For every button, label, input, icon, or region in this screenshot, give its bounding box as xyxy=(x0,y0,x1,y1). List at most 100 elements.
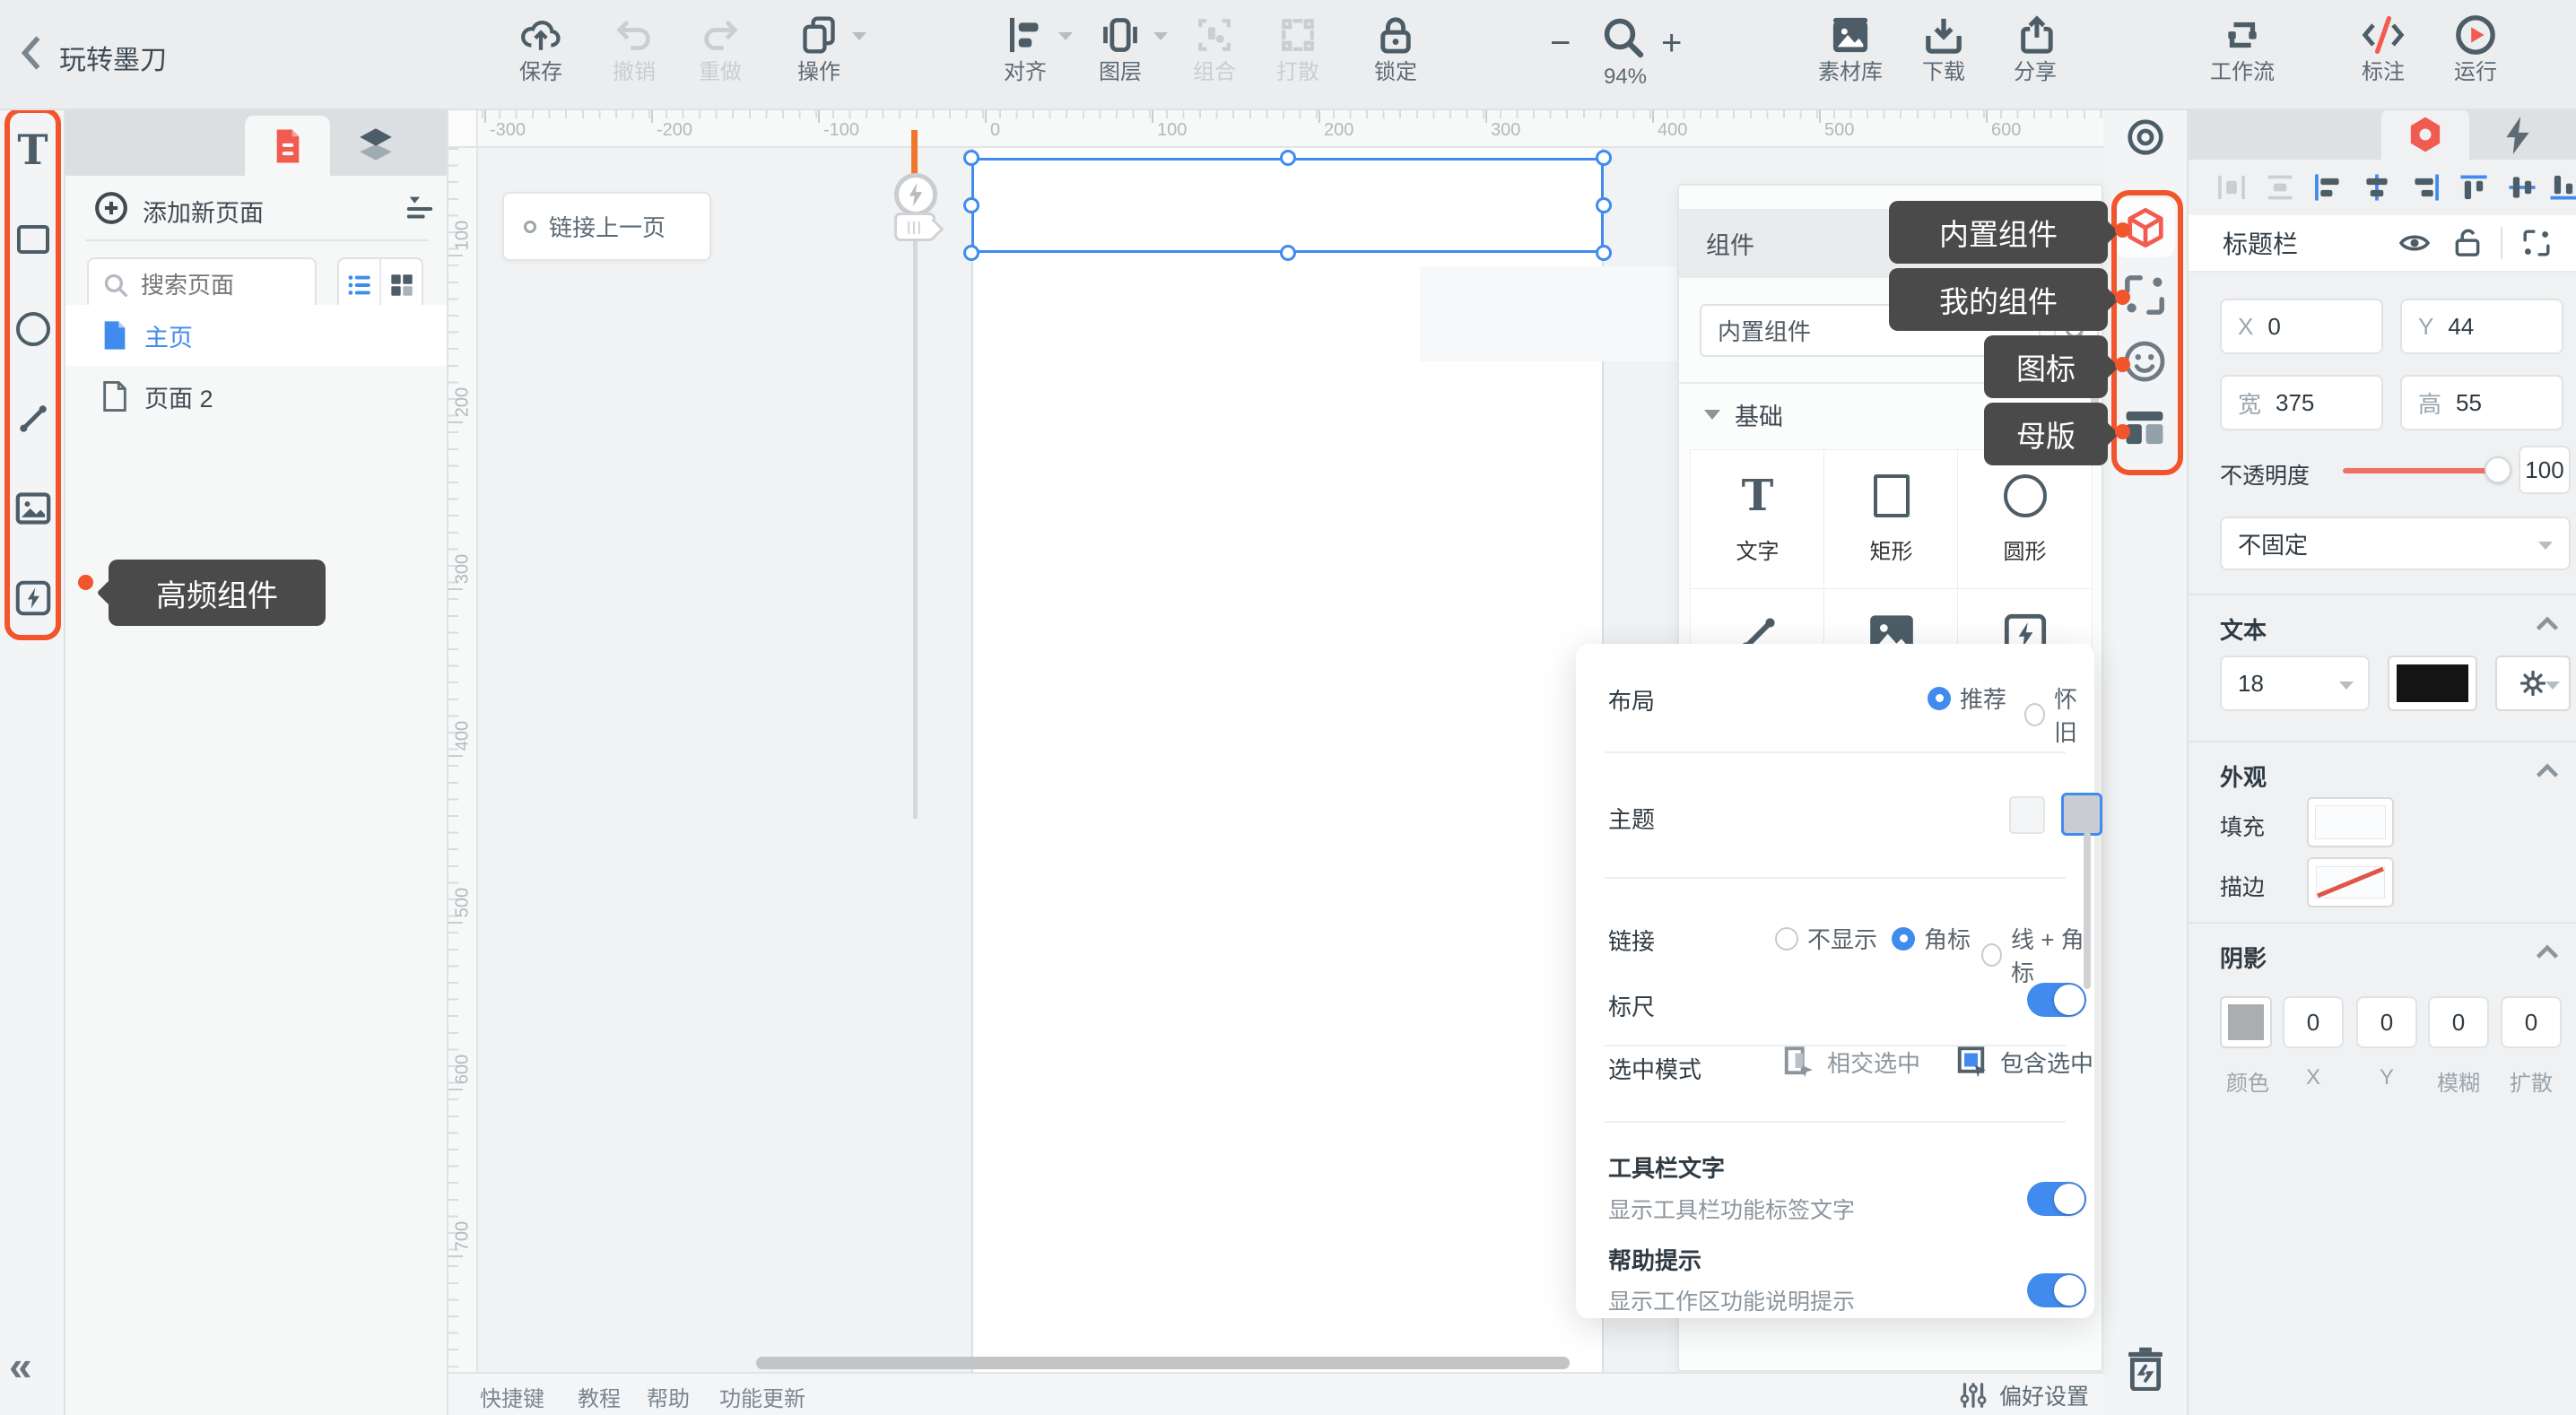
component-item-circle[interactable]: 圆形 xyxy=(1958,450,2092,589)
component-item-rect[interactable]: 矩形 xyxy=(1824,450,1958,589)
ungroup-button[interactable]: 打散 xyxy=(1249,11,1347,86)
radio-link-line-badge[interactable]: 线 + 角标 xyxy=(1981,922,2094,988)
height-input[interactable]: 高 55 xyxy=(2400,375,2563,430)
chevron-up-icon[interactable] xyxy=(2535,944,2560,960)
tutorial-link[interactable]: 教程 xyxy=(578,1381,621,1412)
shortcut-link[interactable]: 快捷键 xyxy=(480,1381,544,1412)
component-item-text[interactable]: T 文字 xyxy=(1691,450,1824,589)
collapse-sidebar-button[interactable]: « xyxy=(9,1341,32,1390)
link-prev-button[interactable]: 链接上一页 xyxy=(502,192,711,261)
preferences-button[interactable]: 偏好设置 xyxy=(1960,1379,2089,1411)
align-left-icon[interactable] xyxy=(2314,174,2343,201)
opacity-slider-knob[interactable] xyxy=(2485,456,2511,483)
tab-layers[interactable] xyxy=(351,121,401,168)
align-horizontal-center-icon[interactable] xyxy=(2363,174,2391,201)
selection-handle[interactable] xyxy=(963,197,979,213)
align-vertical-center-icon[interactable] xyxy=(2508,174,2537,201)
x-input[interactable]: X 0 xyxy=(2220,299,2383,354)
radio-link-badge[interactable]: 角标 xyxy=(1892,922,1971,955)
trash-icon[interactable] xyxy=(2125,1346,2166,1391)
page-item-home[interactable]: 主页 xyxy=(65,305,447,366)
grid-view-button[interactable] xyxy=(381,259,422,311)
font-color-swatch[interactable] xyxy=(2388,655,2477,711)
component-link-icon[interactable] xyxy=(2522,229,2551,257)
undo-button[interactable]: 撤销 xyxy=(585,11,683,86)
ruler-toggle[interactable] xyxy=(2027,983,2086,1017)
select-mode-contain[interactable]: 包含选中 xyxy=(1957,1046,2093,1079)
layers-button[interactable]: 图层 xyxy=(1071,11,1170,86)
selection-handle[interactable] xyxy=(1280,150,1296,166)
zoom-in-button[interactable]: + xyxy=(1661,23,1682,64)
section-basic[interactable]: 基础 xyxy=(1704,397,1783,432)
sort-icon[interactable] xyxy=(405,194,435,221)
run-button[interactable]: 运行 xyxy=(2426,11,2525,86)
chevron-up-icon[interactable] xyxy=(2535,616,2560,632)
lock-button[interactable]: 锁定 xyxy=(1346,11,1445,86)
tab-interactions[interactable] xyxy=(2498,116,2537,155)
page-item-2[interactable]: 页面 2 xyxy=(65,366,447,427)
distribute-vertical-icon[interactable] xyxy=(2266,174,2294,201)
shadow-x-input[interactable]: 0 xyxy=(2283,996,2344,1048)
distribute-horizontal-icon[interactable] xyxy=(2217,174,2246,201)
shadow-y-input[interactable]: 0 xyxy=(2356,996,2417,1048)
target-icon[interactable] xyxy=(2126,117,2165,157)
list-view-button[interactable] xyxy=(339,259,381,311)
assets-library-button[interactable]: 素材库 xyxy=(1801,11,1900,86)
pin-select[interactable]: 不固定 xyxy=(2220,517,2571,570)
toolbar-text-toggle[interactable] xyxy=(2027,1182,2086,1216)
annotate-button[interactable]: 标注 xyxy=(2334,11,2432,86)
save-button[interactable]: 保存 xyxy=(492,11,590,86)
theme-dark-swatch[interactable] xyxy=(2061,793,2102,836)
radio-layout-recommended[interactable]: 推荐 xyxy=(1928,681,2006,715)
share-button[interactable]: 分享 xyxy=(1986,11,2084,86)
tab-pages[interactable] xyxy=(245,116,330,176)
align-button[interactable]: 对齐 xyxy=(976,11,1075,86)
zoom-out-button[interactable]: − xyxy=(1550,23,1571,64)
add-page-button[interactable]: 添加新页面 xyxy=(65,176,447,240)
undo-label: 撤销 xyxy=(585,59,683,86)
selection-handle[interactable] xyxy=(963,245,979,261)
select-mode-intersect[interactable]: 相交选中 xyxy=(1784,1046,1920,1079)
selection-handle[interactable] xyxy=(1280,245,1296,261)
opacity-slider[interactable] xyxy=(2343,468,2500,473)
fill-swatch[interactable] xyxy=(2307,797,2394,847)
align-right-icon[interactable] xyxy=(2411,174,2440,201)
canvas-h-scrollbar[interactable] xyxy=(756,1357,1570,1369)
tab-properties[interactable] xyxy=(2381,109,2469,160)
theme-light-swatch[interactable] xyxy=(2009,796,2045,834)
selection-handle[interactable] xyxy=(1596,197,1612,213)
chevron-up-icon[interactable] xyxy=(2535,763,2560,779)
updates-link[interactable]: 功能更新 xyxy=(719,1381,805,1412)
download-button[interactable]: 下载 xyxy=(1894,11,1993,86)
stroke-swatch[interactable] xyxy=(2307,857,2394,907)
text-style-button[interactable] xyxy=(2495,655,2571,711)
help-link[interactable]: 帮助 xyxy=(647,1381,690,1412)
opacity-input[interactable]: 100 xyxy=(2519,446,2571,494)
operations-button[interactable]: 操作 xyxy=(770,11,868,86)
redo-button[interactable]: 重做 xyxy=(671,11,770,86)
radio-link-hidden[interactable]: 不显示 xyxy=(1775,922,1877,955)
radio-layout-classic[interactable]: 怀旧 xyxy=(2024,681,2094,748)
back-icon[interactable] xyxy=(20,34,43,72)
link-handle[interactable] xyxy=(894,173,937,216)
selection-handle[interactable] xyxy=(1596,245,1612,261)
zoom-tool[interactable] xyxy=(1602,16,1645,59)
align-bottom-icon[interactable] xyxy=(2549,174,2576,201)
page-search-input[interactable] xyxy=(139,271,304,300)
width-input[interactable]: 宽 375 xyxy=(2220,375,2383,430)
unlock-icon[interactable] xyxy=(2454,229,2481,257)
align-top-icon[interactable] xyxy=(2459,174,2488,201)
selection-handle[interactable] xyxy=(1596,150,1612,166)
shadow-color-swatch[interactable] xyxy=(2220,996,2272,1048)
popup-scrollbar[interactable] xyxy=(2084,832,2091,989)
font-size-select[interactable]: 18 xyxy=(2220,655,2370,711)
eye-icon[interactable] xyxy=(2398,231,2431,255)
shadow-blur-input[interactable]: 0 xyxy=(2428,996,2489,1048)
y-input[interactable]: Y 44 xyxy=(2400,299,2563,354)
project-title[interactable]: 玩转墨刀 xyxy=(59,38,167,77)
shadow-spread-input[interactable]: 0 xyxy=(2501,996,2562,1048)
help-tip-toggle[interactable] xyxy=(2027,1273,2086,1307)
selection-handle[interactable] xyxy=(963,150,979,166)
drag-tag[interactable]: ||| xyxy=(894,213,936,241)
workflow-button[interactable]: 工作流 xyxy=(2193,11,2292,86)
